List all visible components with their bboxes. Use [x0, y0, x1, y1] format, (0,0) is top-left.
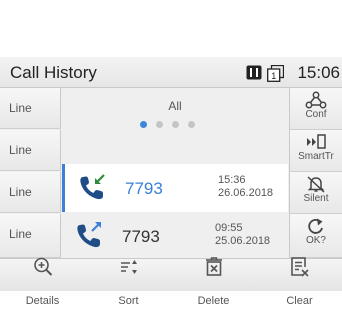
line-key-label: Line: [9, 101, 32, 115]
clear-button[interactable]: [257, 257, 342, 291]
delete-button[interactable]: [171, 257, 256, 291]
page-dot-2: [156, 121, 163, 128]
outgoing-call-icon: [74, 221, 104, 256]
bottom-toolbar: [0, 257, 342, 291]
svg-text:1: 1: [271, 71, 276, 81]
conference-icon: [305, 91, 327, 109]
page-title: Call History: [10, 63, 97, 82]
smart-transfer-icon: [307, 134, 326, 149]
line-key-label: Line: [9, 227, 32, 241]
clock: 15:06: [297, 63, 340, 82]
line-key-1[interactable]: Line: [0, 88, 61, 129]
line-key-label: Line: [9, 185, 32, 199]
sort-label: Sort: [118, 295, 139, 307]
ok-button[interactable]: OK?: [289, 214, 342, 258]
call-list-item[interactable]: 7793 09:55 25.06.2018: [62, 212, 288, 260]
page-dot-1: [140, 121, 147, 128]
page-dot-4: [188, 121, 195, 128]
call-number: 7793: [125, 179, 163, 198]
line-1-icon: 1: [267, 64, 285, 87]
delete-label: Delete: [197, 295, 230, 307]
silent-bell-icon: [307, 176, 325, 193]
sort-button[interactable]: [86, 259, 171, 291]
soft-keys: Conf SmartTr Silent OK?: [289, 88, 342, 258]
ok-label: OK?: [305, 235, 326, 246]
line-keys: Line Line Line Line: [0, 88, 61, 258]
bottom-toolbar-labels: Details Sort Delete Clear: [0, 292, 342, 312]
page-dot-3: [172, 121, 179, 128]
smart-transfer-label: SmartTr: [298, 151, 334, 162]
sort-icon: [121, 260, 137, 274]
call-time: 15:36 26.06.2018: [218, 174, 274, 199]
line-key-3[interactable]: Line: [0, 172, 61, 213]
line-key-4[interactable]: Line: [0, 214, 61, 258]
call-history-screen: Call History 1 15:06 Line Line Line Line…: [0, 57, 342, 291]
silent-label: Silent: [303, 193, 329, 204]
incoming-call-icon: [77, 173, 107, 208]
conference-label: Conf: [305, 109, 327, 120]
conference-button[interactable]: Conf: [289, 88, 342, 130]
line-key-label: Line: [9, 143, 32, 157]
filter-label[interactable]: All: [62, 99, 288, 113]
clear-icon: [291, 257, 309, 277]
smart-transfer-button[interactable]: SmartTr: [289, 130, 342, 172]
details-button[interactable]: [0, 257, 85, 291]
top-bar: Call History 1 15:06: [0, 57, 342, 88]
details-label: Details: [25, 295, 60, 307]
clear-label: Clear: [286, 295, 313, 307]
call-time: 09:55 25.06.2018: [215, 222, 271, 247]
message-icon: [246, 65, 262, 85]
zoom-in-icon: [34, 257, 53, 276]
refresh-icon: [308, 218, 323, 234]
call-number: 7793: [122, 227, 160, 246]
call-list-panel: All 7793 15:36 26.06.2018 7793 09:55 25.…: [62, 88, 288, 258]
call-list-item[interactable]: 7793 15:36 26.06.2018: [62, 164, 288, 212]
silent-button[interactable]: Silent: [289, 172, 342, 214]
line-key-2[interactable]: Line: [0, 130, 61, 171]
delete-icon: [206, 257, 222, 276]
